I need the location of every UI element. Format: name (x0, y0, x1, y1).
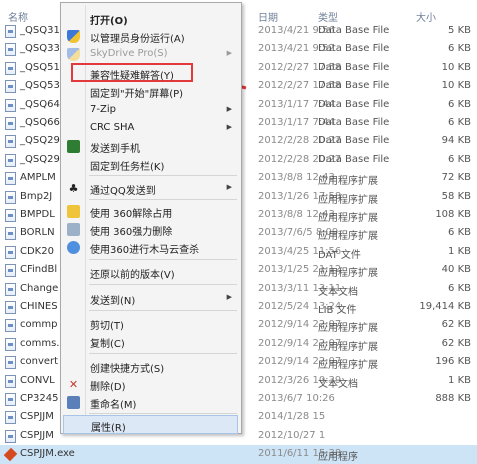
menu-item-send-to[interactable]: 发送到(N) ▶ (63, 289, 238, 308)
skydrive-icon (67, 48, 80, 61)
menu-item-crc-sha[interactable]: CRC SHA ▶ (63, 119, 238, 138)
menu-separator (89, 413, 237, 414)
submenu-arrow-icon: ▶ (226, 49, 232, 57)
menu-item-cut[interactable]: 剪切(T) (63, 314, 238, 333)
context-menu: 打开(O) 以管理员身份运行(A) SkyDrive Pro(S) ▶ 兼容性疑难… (60, 2, 242, 434)
menu-item-delete[interactable]: ✕ 删除(D) (63, 375, 238, 394)
menu-item-7zip[interactable]: 7-Zip ▶ (63, 101, 238, 120)
menu-item-compat-troubleshoot[interactable]: 兼容性疑难解答(Y) (71, 63, 193, 82)
menu-item-send-via-qq[interactable]: ♣ 通过QQ发送到 ▶ (63, 179, 238, 198)
submenu-arrow-icon: ▶ (226, 293, 232, 301)
phone-icon (67, 140, 80, 153)
360-shredder-icon (67, 223, 80, 236)
submenu-arrow-icon: ▶ (226, 123, 232, 131)
menu-item-open[interactable]: 打开(O) (63, 9, 238, 28)
menu-item-create-shortcut[interactable]: 创建快捷方式(S) (63, 357, 238, 376)
menu-item-360-trojan-scan[interactable]: 使用360进行木马云查杀 (63, 238, 238, 257)
submenu-arrow-icon: ▶ (226, 105, 232, 113)
menu-separator (89, 284, 237, 285)
menu-item-copy[interactable]: 复制(C) (63, 332, 238, 351)
menu-item-rename[interactable]: 重命名(M) (63, 393, 238, 412)
360-unlock-icon (67, 205, 80, 218)
menu-separator (89, 259, 237, 260)
menu-item-360-force-delete[interactable]: 使用 360强力删除 (63, 220, 238, 239)
rename-icon (67, 396, 80, 409)
submenu-arrow-icon: ▶ (226, 183, 232, 191)
menu-item-pin-start[interactable]: 固定到"开始"屏幕(P) (63, 82, 238, 101)
delete-icon: ✕ (68, 378, 79, 391)
menu-separator (89, 199, 237, 200)
menu-separator (89, 310, 237, 311)
menu-item-pin-taskbar[interactable]: 固定到任务栏(K) (63, 155, 238, 174)
menu-separator (89, 353, 237, 354)
menu-separator (89, 175, 237, 176)
menu-item-properties[interactable]: 属性(R) (63, 415, 238, 434)
menu-item-restore-previous[interactable]: 还原以前的版本(V) (63, 263, 238, 282)
qq-penguin-icon: ♣ (68, 182, 79, 195)
360-scan-icon (67, 241, 80, 254)
shield-icon (67, 30, 80, 43)
menu-item-skydrive[interactable]: SkyDrive Pro(S) ▶ (63, 45, 238, 64)
menu-item-run-as-admin[interactable]: 以管理员身份运行(A) (63, 27, 238, 46)
menu-item-360-unlock[interactable]: 使用 360解除占用 (63, 202, 238, 221)
menu-item-send-to-phone[interactable]: 发送到手机 (63, 137, 238, 156)
